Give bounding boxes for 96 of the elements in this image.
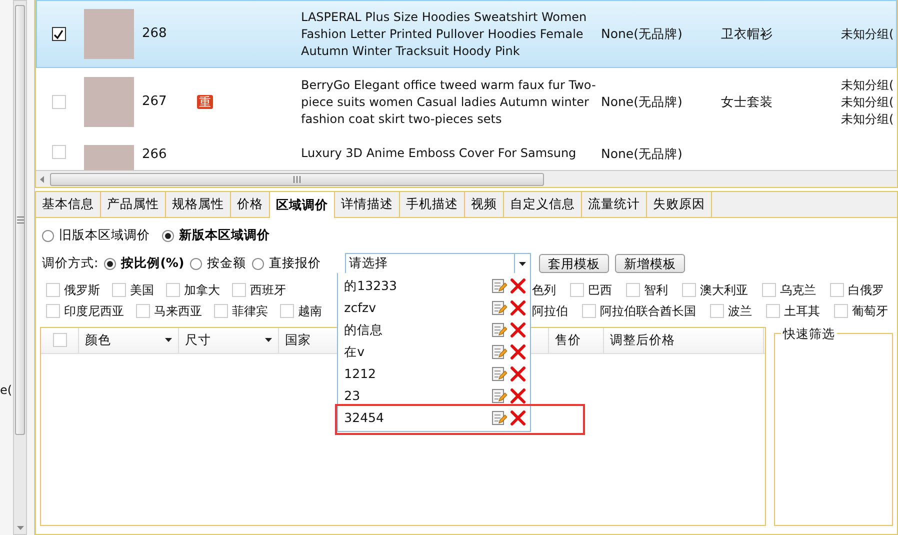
edit-icon[interactable]	[491, 344, 508, 360]
template-name: 32454	[344, 408, 385, 427]
country-label: 西班牙	[250, 282, 286, 300]
tab[interactable]: 视频	[465, 192, 504, 217]
product-title: LASPERAL Plus Size Hoodies Sweatshirt Women Fashion Letter Printed Pullover Hoodies Female Autumn Winter Tracksuit Hoody Pink	[301, 10, 587, 58]
tab[interactable]: 产品属性	[101, 192, 166, 217]
photo-placeholder	[84, 77, 134, 127]
country-label: 巴西	[588, 282, 612, 300]
delete-icon[interactable]	[510, 366, 526, 382]
template-name: 23	[344, 386, 362, 405]
scrollbar-thumb[interactable]	[50, 172, 544, 186]
product-row[interactable]: 268 LASPERAL Plus Size Hoodies Sweatshirt Women Fashion Letter Printed Pullover Hoodies Female Autumn Winter Tracksuit Hoody Pink None(无品牌) 卫衣帽衫 未知分组(	[36, 0, 897, 68]
edit-icon[interactable]	[491, 278, 508, 294]
product-brand: None(无品牌)	[601, 26, 682, 41]
delete-icon[interactable]	[510, 410, 526, 426]
template-button[interactable]: 套用模板	[539, 254, 610, 274]
vertical-scrollbar[interactable]	[13, 0, 27, 535]
photo-placeholder	[84, 9, 134, 59]
product-group: 未知分组(	[841, 94, 896, 110]
country-label: 波兰	[728, 303, 752, 320]
country-label: 色列	[532, 282, 556, 300]
edit-icon[interactable]	[491, 300, 508, 316]
product-category: 卫衣帽衫	[721, 26, 773, 41]
filter-caret-icon[interactable]	[265, 338, 272, 342]
column-header: 调整后价格	[610, 330, 675, 349]
product-number: 268	[142, 26, 167, 42]
filter-caret-icon[interactable]	[165, 338, 172, 342]
product-brand: None(无品牌)	[601, 94, 682, 109]
country-label: 智利	[644, 282, 668, 300]
radio-option[interactable]: 直接报价	[252, 254, 322, 274]
tab[interactable]: 详情描述	[335, 192, 400, 217]
delete-icon[interactable]	[510, 300, 526, 316]
tab[interactable]: 自定义信息	[504, 192, 582, 217]
column-header: 售价	[555, 330, 581, 349]
country-label: 澳大利亚	[700, 282, 748, 300]
country-label: 俄罗斯	[64, 282, 100, 300]
country-label: 马来西亚	[154, 303, 202, 320]
tab[interactable]: 基本信息	[36, 192, 101, 217]
caret-icon	[519, 262, 526, 266]
country-label: 阿拉伯联合酋长国	[600, 303, 696, 320]
template-name: 1212	[344, 364, 377, 383]
template-name: 的信息	[344, 320, 384, 339]
template-button[interactable]: 新增模板	[615, 254, 686, 274]
product-brand: None(无品牌)	[601, 146, 682, 161]
template-name: 的13233	[344, 276, 398, 295]
pricing-method-label: 调价方式:	[42, 254, 98, 272]
template-dropdown[interactable]: 请选择	[345, 253, 532, 274]
delete-icon[interactable]	[510, 322, 526, 338]
edit-icon[interactable]	[491, 388, 508, 404]
country-label: 乌克兰	[780, 282, 816, 300]
tab[interactable]: 手机描述	[400, 192, 465, 217]
country-label: 白俄罗	[848, 282, 884, 300]
template-name: zcfzv	[344, 298, 377, 317]
product-category: 女士套装	[721, 94, 773, 109]
country-label: 越南	[298, 303, 322, 320]
scroll-left-icon[interactable]	[40, 176, 44, 182]
product-row[interactable]: 266 Luxury 3D Anime Emboss Cover For Samsung None(无品牌)	[36, 136, 897, 170]
radio-option[interactable]: 按比例(%)	[104, 254, 184, 274]
product-title: BerryGo Elegant office tweed warm faux fur Two-piece suits women Casual ladies Autumn winter fashion coat skirt two-pieces sets	[301, 78, 596, 126]
product-row[interactable]: 267 重 BerryGo Elegant office tweed warm faux fur Two-piece suits women Casual ladies Autumn winter fashion coat skirt two-pieces sets None(无品牌) 女士套装 未知分组( 未知分组( 未知分组(	[36, 68, 897, 136]
product-group: 未知分组(	[841, 110, 896, 128]
horizontal-scrollbar[interactable]	[36, 170, 897, 187]
country-label: 菲律宾	[232, 303, 268, 320]
country-label: 加拿大	[184, 282, 220, 300]
tab[interactable]: 失败原因	[647, 192, 712, 217]
country-label: 美国	[130, 282, 154, 300]
tab[interactable]: 规格属性	[166, 192, 231, 217]
radio-option[interactable]: 按金额	[190, 254, 246, 274]
side-text: e(	[0, 383, 12, 397]
radio-option[interactable]: 新版本区域调价	[162, 226, 270, 246]
radio-option[interactable]: 旧版本区域调价	[42, 226, 150, 246]
tab[interactable]: 区域调价	[270, 192, 335, 218]
checkbox[interactable]	[52, 27, 66, 41]
delete-icon[interactable]	[510, 388, 526, 404]
column-header: 国家	[285, 330, 311, 349]
column-header: 尺寸	[185, 330, 211, 349]
country-label: 阿拉伯	[532, 303, 568, 320]
delete-icon[interactable]	[510, 278, 526, 294]
product-group: 未知分组(	[841, 26, 896, 42]
duplicate-tag: 重	[197, 95, 213, 109]
edit-icon[interactable]	[491, 322, 508, 338]
delete-icon[interactable]	[510, 344, 526, 360]
template-name: 在v	[344, 342, 366, 361]
country-label: 土耳其	[784, 303, 820, 320]
edit-icon[interactable]	[491, 410, 508, 426]
scroll-down-icon[interactable]	[16, 526, 24, 530]
product-number: 267	[142, 94, 167, 110]
country-label: 印度尼西亚	[64, 303, 124, 320]
product-number: 266	[142, 147, 167, 162]
column-header: 颜色	[85, 330, 111, 349]
product-group: 未知分组(	[841, 76, 896, 94]
country-label: 葡萄牙	[852, 303, 888, 320]
product-title: Luxury 3D Anime Emboss Cover For Samsung	[301, 146, 576, 160]
scrollbar-thumb[interactable]	[15, 5, 25, 435]
tab[interactable]: 流量统计	[582, 192, 647, 217]
edit-icon[interactable]	[491, 366, 508, 382]
